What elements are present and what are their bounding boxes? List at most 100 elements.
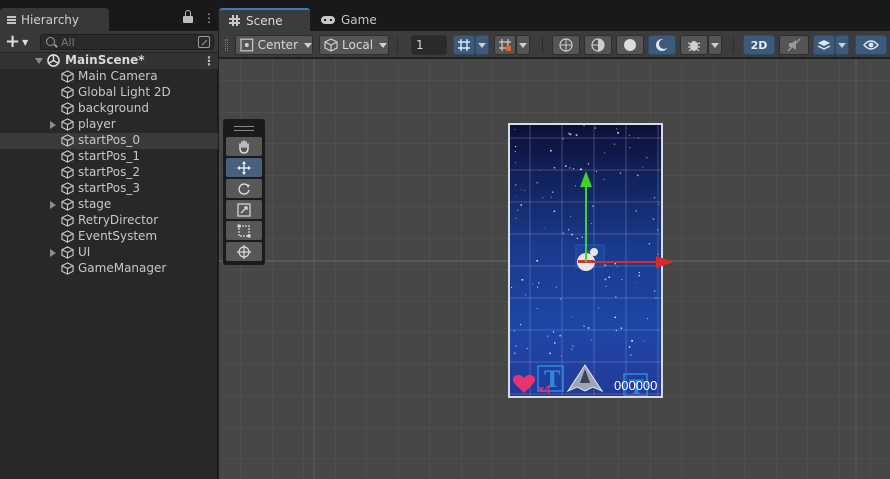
- foldout-closed-icon[interactable]: [50, 121, 56, 129]
- plus-icon: +: [5, 31, 21, 52]
- move-tool-button[interactable]: [226, 158, 262, 177]
- grid-snapping-toggle[interactable]: [494, 35, 516, 55]
- hierarchy-search[interactable]: [40, 34, 214, 50]
- hierarchy-item-label: EventSystem: [78, 229, 158, 243]
- grid-toggle-icon: [458, 39, 470, 51]
- move-gizmo-x-axis[interactable]: [219, 59, 890, 479]
- rect-tool-button[interactable]: [226, 221, 262, 240]
- bug-icon: [687, 41, 701, 52]
- gameobject-cube-icon: [61, 182, 74, 195]
- caret-down-icon: [304, 42, 312, 48]
- scene-toolbar: Center Local 1 2D: [219, 31, 890, 58]
- hierarchy-item[interactable]: Global Light 2D: [0, 85, 218, 101]
- effects-menu-dropdown[interactable]: [835, 35, 849, 55]
- gameobject-cube-icon: [61, 198, 74, 211]
- shaded-wireframe-toggle[interactable]: [584, 35, 612, 55]
- list-icon: [7, 15, 16, 24]
- hierarchy-item[interactable]: EventSystem: [0, 229, 218, 245]
- transform-icon: [237, 244, 251, 259]
- grid-snap-increment-field[interactable]: 1: [411, 35, 447, 55]
- transform-tool-button[interactable]: [226, 242, 262, 261]
- layers-icon: [817, 40, 831, 50]
- hierarchy-item[interactable]: Main Camera: [0, 69, 218, 85]
- move-arrows-icon: [237, 160, 251, 175]
- hierarchy-item[interactable]: startPos_0: [0, 133, 218, 149]
- hierarchy-item[interactable]: GameManager: [0, 261, 218, 277]
- debug-draw-toggle[interactable]: [680, 35, 708, 55]
- pivot-mode-dropdown[interactable]: Center: [235, 35, 313, 55]
- rect-transform-icon: [237, 224, 251, 237]
- 2d-mode-toggle[interactable]: 2D: [743, 35, 775, 55]
- pivot-space-dropdown[interactable]: Local: [319, 35, 389, 55]
- debug-menu-dropdown[interactable]: [708, 35, 722, 55]
- foldout-closed-icon[interactable]: [50, 201, 56, 209]
- tab-scene[interactable]: Scene: [219, 8, 310, 31]
- scene-panel: Scene Game Center Local 1 2D T T ×4 0000…: [219, 0, 890, 479]
- scene-visibility-toggle[interactable]: [855, 35, 887, 55]
- tab-game-label: Game: [341, 12, 377, 27]
- lighting-toggle[interactable]: [648, 35, 676, 55]
- effects-toggle[interactable]: [813, 35, 835, 55]
- grid-menu-dropdown[interactable]: [475, 35, 489, 55]
- hierarchy-item[interactable]: RetryDirector: [0, 213, 218, 229]
- scene-root-row[interactable]: MainScene* ⋮: [0, 53, 218, 69]
- hierarchy-item[interactable]: stage: [0, 197, 218, 213]
- hierarchy-item[interactable]: background: [0, 101, 218, 117]
- shaded-toggle[interactable]: [616, 35, 644, 55]
- hierarchy-tab[interactable]: Hierarchy: [0, 8, 109, 31]
- hierarchy-item[interactable]: startPos_1: [0, 149, 218, 165]
- hierarchy-item[interactable]: player: [0, 117, 218, 133]
- lock-icon[interactable]: [183, 10, 193, 23]
- hierarchy-search-input[interactable]: [61, 35, 191, 49]
- toolbar-grip-icon[interactable]: [225, 39, 228, 51]
- gameobject-cube-icon: [61, 102, 74, 115]
- create-button[interactable]: + ▼: [5, 33, 33, 51]
- tool-palette: [223, 119, 265, 265]
- local-space-icon: [324, 38, 338, 52]
- hierarchy-item-label: stage: [78, 197, 112, 211]
- tab-scene-label: Scene: [246, 13, 283, 28]
- scene-menu-icon[interactable]: ⋮: [203, 54, 215, 68]
- hierarchy-item-label: background: [78, 101, 149, 115]
- hierarchy-item[interactable]: UI: [0, 245, 218, 261]
- scene-name: MainScene*: [65, 53, 145, 67]
- shaded-wire-sphere-icon: [591, 38, 605, 52]
- caret-down-icon: [379, 42, 388, 48]
- foldout-closed-icon[interactable]: [50, 249, 56, 257]
- grid-snap-value: 1: [416, 38, 424, 52]
- unity-scene-icon: [47, 54, 60, 67]
- gamepad-icon: [321, 15, 335, 24]
- hierarchy-tree: MainScene* ⋮ Main Camera Global Light 2D b…: [0, 53, 218, 277]
- caret-down-icon: ▼: [22, 37, 29, 47]
- hierarchy-item[interactable]: startPos_2: [0, 165, 218, 181]
- hierarchy-item-label: startPos_2: [78, 165, 140, 179]
- gameobject-cube-icon: [61, 166, 74, 179]
- foldout-open-icon[interactable]: [35, 58, 43, 64]
- hierarchy-item-label: GameManager: [78, 261, 167, 275]
- lighting-icon: [656, 39, 669, 51]
- gameobject-cube-icon: [61, 70, 74, 83]
- grid-visibility-toggle[interactable]: [453, 35, 475, 55]
- scene-viewport[interactable]: T T ×4 000000: [219, 59, 890, 479]
- search-icon: [46, 37, 55, 46]
- palette-drag-handle[interactable]: [226, 121, 262, 135]
- hierarchy-item-label: Global Light 2D: [78, 85, 171, 99]
- panel-menu-icon[interactable]: ⋮: [203, 12, 215, 24]
- gameobject-cube-icon: [61, 118, 74, 131]
- scale-tool-button[interactable]: [226, 200, 262, 219]
- rotate-tool-button[interactable]: [226, 179, 262, 198]
- snap-menu-dropdown[interactable]: [516, 35, 530, 55]
- hierarchy-item[interactable]: startPos_3: [0, 181, 218, 197]
- eye-icon: [863, 40, 879, 50]
- hand-tool-button[interactable]: [226, 137, 262, 156]
- hierarchy-item-label: startPos_0: [78, 133, 140, 147]
- shaded-sphere-icon: [624, 39, 636, 51]
- draw-mode-toggle[interactable]: [552, 35, 580, 55]
- gameobject-cube-icon: [61, 86, 74, 99]
- hierarchy-toolbar: + ▼: [0, 31, 218, 53]
- gameobject-cube-icon: [61, 214, 74, 227]
- search-by-type-icon[interactable]: [198, 36, 210, 48]
- hand-icon: [239, 139, 249, 154]
- audio-toggle[interactable]: [779, 35, 809, 55]
- tab-game[interactable]: Game: [311, 8, 401, 31]
